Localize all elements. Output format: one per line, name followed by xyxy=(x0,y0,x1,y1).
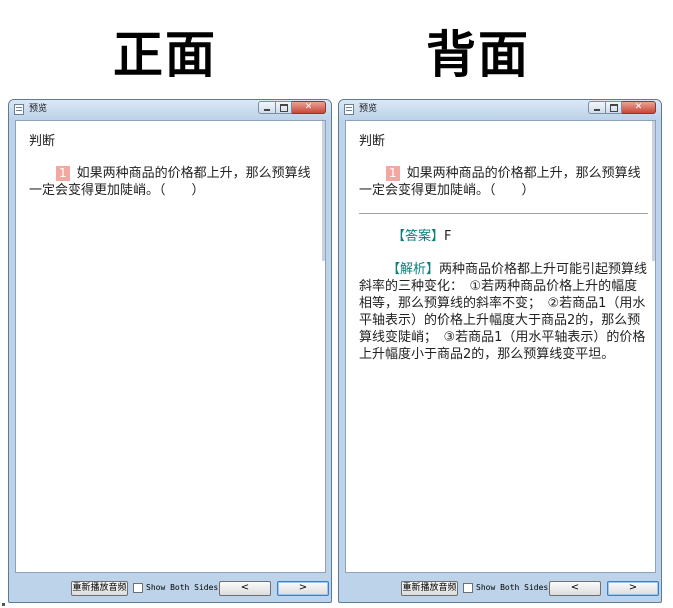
window-app-icon xyxy=(344,104,354,115)
scrollbar[interactable] xyxy=(322,121,325,261)
question-number-badge: 1 xyxy=(56,166,70,181)
show-both-sides-checkbox[interactable] xyxy=(463,583,473,593)
analysis-text: 【解析】两种商品价格都上升可能引起预算线斜率的三种变化： ①若两种商品价格上升的… xyxy=(359,261,650,363)
answer-divider xyxy=(359,213,648,214)
minimize-button[interactable] xyxy=(588,101,606,114)
replay-audio-button[interactable]: 重新播放音频 xyxy=(71,581,128,596)
previous-button[interactable]: < xyxy=(549,581,601,596)
scrollbar[interactable] xyxy=(652,121,655,261)
next-button[interactable]: > xyxy=(607,581,659,596)
close-button[interactable]: ✕ xyxy=(292,101,326,114)
previous-button[interactable]: < xyxy=(219,581,271,596)
close-icon: ✕ xyxy=(304,102,313,112)
back-side-heading: 背面 xyxy=(426,25,530,84)
bottom-toolbar: 重新播放音频 Show Both Sides < > xyxy=(9,573,331,602)
answer-tag: 【答案】 xyxy=(392,229,445,244)
question-text: 1 如果两种商品的价格都上升，那么预算线一定会变得更加陡峭。（ ） xyxy=(359,165,644,199)
question-number-badge: 1 xyxy=(386,166,400,181)
analysis-body: 两种商品价格都上升可能引起预算线斜率的三种变化： ①若两种商品价格上升的幅度相等… xyxy=(359,262,648,362)
minimize-icon xyxy=(264,108,270,111)
question-text: 1 如果两种商品的价格都上升，那么预算线一定会变得更加陡峭。（ ） xyxy=(29,165,314,199)
front-side-heading: 正面 xyxy=(113,25,217,84)
window-title: 预览 xyxy=(29,104,48,114)
question-body: 如果两种商品的价格都上升，那么预算线一定会变得更加陡峭。（ ） xyxy=(29,166,311,198)
minimize-button[interactable] xyxy=(258,101,276,114)
window-title: 预览 xyxy=(359,104,378,114)
show-both-sides-label[interactable]: Show Both Sides xyxy=(476,582,548,594)
window-controls: ✕ xyxy=(258,101,326,114)
answer-value: F xyxy=(444,229,452,244)
answer-line: 【答案】F xyxy=(392,228,452,245)
window-controls: ✕ xyxy=(588,101,656,114)
show-both-sides-label[interactable]: Show Both Sides xyxy=(146,582,218,594)
minimize-icon xyxy=(594,108,600,111)
close-button[interactable]: ✕ xyxy=(622,101,656,114)
maximize-button[interactable] xyxy=(606,101,622,114)
front-preview-window: 预览 ✕ 判断 1 如果两种商品的价格都上升，那么预算线一定会变得更加陡峭。（ ）… xyxy=(8,99,332,603)
maximize-icon xyxy=(609,103,618,112)
title-bar[interactable]: 预览 ✕ xyxy=(9,100,331,119)
bottom-toolbar: 重新播放音频 Show Both Sides < > xyxy=(339,573,661,602)
replay-audio-button[interactable]: 重新播放音频 xyxy=(401,581,458,596)
show-both-sides-checkbox[interactable] xyxy=(133,583,143,593)
section-label: 判断 xyxy=(359,134,386,149)
title-bar[interactable]: 预览 ✕ xyxy=(339,100,661,119)
next-button[interactable]: > xyxy=(277,581,329,596)
question-body: 如果两种商品的价格都上升，那么预算线一定会变得更加陡峭。（ ） xyxy=(359,166,641,198)
card-content-area: 判断 1 如果两种商品的价格都上升，那么预算线一定会变得更加陡峭。（ ） xyxy=(15,120,326,573)
analysis-tag: 【解析】 xyxy=(387,262,440,277)
close-icon: ✕ xyxy=(634,102,643,112)
back-preview-window: 预览 ✕ 判断 1 如果两种商品的价格都上升，那么预算线一定会变得更加陡峭。（ ）… xyxy=(338,99,662,603)
section-label: 判断 xyxy=(29,134,56,149)
window-app-icon xyxy=(14,104,24,115)
maximize-icon xyxy=(279,103,288,112)
corner-mark xyxy=(2,603,5,606)
maximize-button[interactable] xyxy=(276,101,292,114)
card-content-area: 判断 1 如果两种商品的价格都上升，那么预算线一定会变得更加陡峭。（ ） 【答案】… xyxy=(345,120,656,573)
